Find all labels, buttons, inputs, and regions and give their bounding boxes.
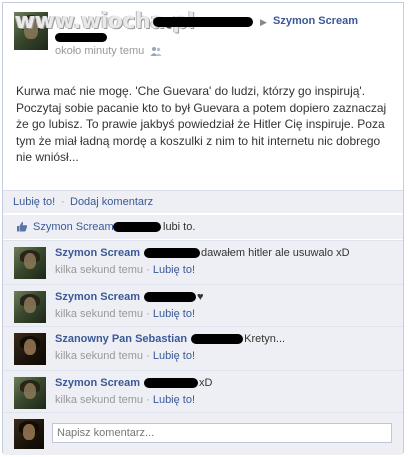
comment-author[interactable]: Szanowny Pan Sebastian (55, 333, 187, 345)
comment-author[interactable]: Szymon Scream (55, 247, 140, 259)
comment-like-link[interactable]: Lubię to! (153, 264, 195, 276)
comment-like-link[interactable]: Lubię to! (153, 350, 195, 362)
post-body: Kurwa mać nie mogę. 'Che Guevara' do lud… (16, 84, 387, 164)
comment-composer (3, 412, 403, 455)
comment-input[interactable] (52, 423, 392, 443)
comment-time[interactable]: kilka sekund temu (55, 308, 143, 320)
comment-author[interactable]: Szymon Scream (55, 377, 140, 389)
comment-meta: kilka sekund temu · Lubię to! (55, 350, 196, 362)
post-target-name[interactable]: Szymon Scream (273, 15, 358, 27)
comment-time[interactable]: kilka sekund temu (55, 350, 143, 362)
comment-text: xD (199, 377, 213, 389)
comment-time[interactable]: kilka sekund temu (55, 264, 143, 276)
comment-line: Szymon Scream dawałem hitler ale usuwalo… (55, 247, 350, 259)
comment-author[interactable]: Szymon Scream (55, 291, 140, 303)
comment-like-link[interactable]: Lubię to! (153, 394, 195, 406)
comment-text: dawałem hitler ale usuwalo xD (201, 247, 350, 259)
composer-avatar (14, 419, 44, 449)
comment-avatar[interactable] (14, 247, 46, 279)
friends-privacy-icon[interactable] (150, 46, 162, 57)
post-actions: Lubię to! · Dodaj komentarz (3, 190, 403, 213)
comment-meta: kilka sekund temu · Lubię to! (55, 264, 196, 276)
thumbs-up-icon (17, 221, 28, 232)
comment-text: Kretyn... (244, 333, 286, 345)
comment-meta: kilka sekund temu · Lubię to! (55, 308, 196, 320)
post-header: www.wiocha.pl ▶ Szymon Scream około minu… (3, 3, 403, 63)
comment-avatar[interactable] (14, 333, 46, 365)
comment-item: Szanowny Pan Sebastian Kretyn... kilka s… (3, 326, 403, 371)
arrow-right-icon: ▶ (260, 17, 267, 27)
comment-item: Szymon Scream ♥ kilka sekund temu · Lubi… (3, 284, 403, 327)
redacted-liker-surname (113, 222, 161, 232)
post-frame: www.wiocha.pl ▶ Szymon Scream około minu… (2, 2, 404, 455)
comment-item: Szymon Scream xD kilka sekund temu · Lub… (3, 370, 403, 413)
comment-meta: kilka sekund temu · Lubię to! (55, 394, 196, 406)
comment-line: Szymon Scream ♥ (55, 291, 204, 303)
comment-text: ♥ (197, 291, 204, 303)
redacted-poster-name (153, 17, 253, 27)
likes-suffix: lubi to. (163, 221, 196, 233)
redacted-surname (144, 378, 199, 389)
comment-avatar[interactable] (14, 291, 46, 323)
post-timestamp-row: około minuty temu (55, 45, 162, 57)
comment-line: Szymon Scream xD (55, 377, 213, 389)
liker-name[interactable]: Szymon Scream (33, 221, 114, 233)
like-post-link[interactable]: Lubię to! (13, 196, 55, 208)
redacted-surname (191, 334, 244, 345)
comment-line: Szanowny Pan Sebastian Kretyn... (55, 333, 285, 345)
likes-row: Szymon Scream lubi to. (3, 214, 403, 239)
redacted-poster-name-2 (55, 33, 107, 42)
redacted-surname (144, 292, 197, 303)
comment-avatar[interactable] (14, 377, 46, 409)
comment-time[interactable]: kilka sekund temu (55, 394, 143, 406)
redacted-surname (144, 248, 201, 259)
comment-like-link[interactable]: Lubię to! (153, 308, 195, 320)
action-separator: · (61, 196, 65, 208)
add-comment-link[interactable]: Dodaj komentarz (70, 196, 153, 208)
comment-item: Szymon Scream dawałem hitler ale usuwalo… (3, 240, 403, 285)
post-timestamp[interactable]: około minuty temu (55, 45, 144, 57)
